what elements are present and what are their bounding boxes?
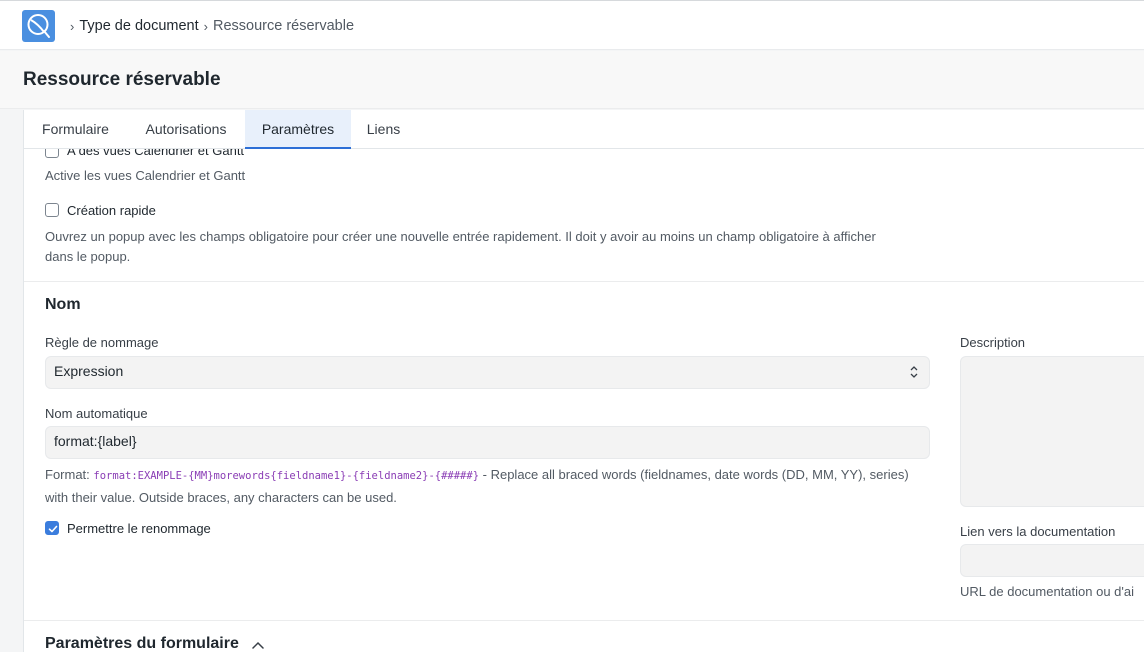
naming-section-title: Nom: [45, 296, 81, 313]
doc-link-label: Lien vers la documentation: [960, 524, 1116, 539]
chevron-up-down-icon: [910, 366, 918, 378]
naming-rule-value: Expression: [54, 363, 124, 379]
page-title: Ressource réservable: [23, 69, 221, 90]
autoname-format-help: Format: format:EXAMPLE-{MM}morewords{fie…: [45, 464, 925, 508]
navbar: › Type de document › Ressource réservabl…: [0, 0, 1144, 50]
tab-liens[interactable]: Liens: [351, 110, 416, 149]
description-label: Description: [960, 335, 1026, 350]
calendar-gantt-checkbox[interactable]: [45, 149, 59, 158]
chevron-up-icon[interactable]: [251, 640, 265, 650]
breadcrumb-item-current[interactable]: Ressource réservable: [213, 18, 354, 34]
check-icon: [48, 525, 58, 533]
form-settings-section-title[interactable]: Paramètres du formulaire: [45, 635, 239, 652]
chevron-right-icon: ›: [203, 18, 208, 34]
autoname-label: Nom automatique: [45, 406, 148, 421]
quick-entry-label: Création rapide: [67, 203, 156, 218]
tab-formulaire[interactable]: Formulaire: [24, 110, 127, 149]
calendar-gantt-description: Active les vues Calendrier et Gantt: [45, 168, 246, 183]
naming-rule-label: Règle de nommage: [45, 335, 159, 350]
description-textarea[interactable]: [960, 356, 1144, 507]
autoname-input[interactable]: format:{label}: [45, 426, 930, 459]
breadcrumb: › Type de document › Ressource réservabl…: [70, 18, 354, 34]
form-card: Formulaire Autorisations Paramètres Lien…: [23, 110, 1144, 652]
format-prefix: Format:: [45, 467, 94, 482]
app-logo-icon[interactable]: [22, 10, 55, 42]
quick-entry-description: Ouvrez un popup avec les champs obligato…: [45, 229, 876, 264]
allow-rename-label: Permettre le renommage: [67, 521, 211, 536]
allow-rename-checkbox[interactable]: [45, 521, 59, 535]
naming-rule-select[interactable]: Expression: [45, 356, 930, 389]
quick-entry-checkbox[interactable]: [45, 203, 59, 217]
tab-autorisations[interactable]: Autorisations: [127, 110, 245, 149]
doc-link-input[interactable]: [960, 544, 1144, 577]
page-header: Ressource réservable: [0, 51, 1144, 109]
format-code: format:EXAMPLE-{MM}morewords{fieldname1}…: [93, 470, 480, 482]
section-divider: [24, 620, 1144, 621]
breadcrumb-item-doctype[interactable]: Type de document: [79, 18, 198, 34]
tab-parametres[interactable]: Paramètres: [245, 110, 351, 149]
settings-body: A des vues Calendrier et Gantt Active le…: [24, 149, 1144, 652]
calendar-gantt-label: A des vues Calendrier et Gantt: [67, 149, 245, 158]
autoname-value: format:{label}: [54, 433, 137, 449]
section-divider: [24, 281, 1144, 282]
chevron-right-icon: ›: [70, 18, 75, 34]
doc-link-help: URL de documentation ou d'ai: [960, 584, 1135, 599]
form-tabs: Formulaire Autorisations Paramètres Lien…: [24, 110, 1144, 149]
